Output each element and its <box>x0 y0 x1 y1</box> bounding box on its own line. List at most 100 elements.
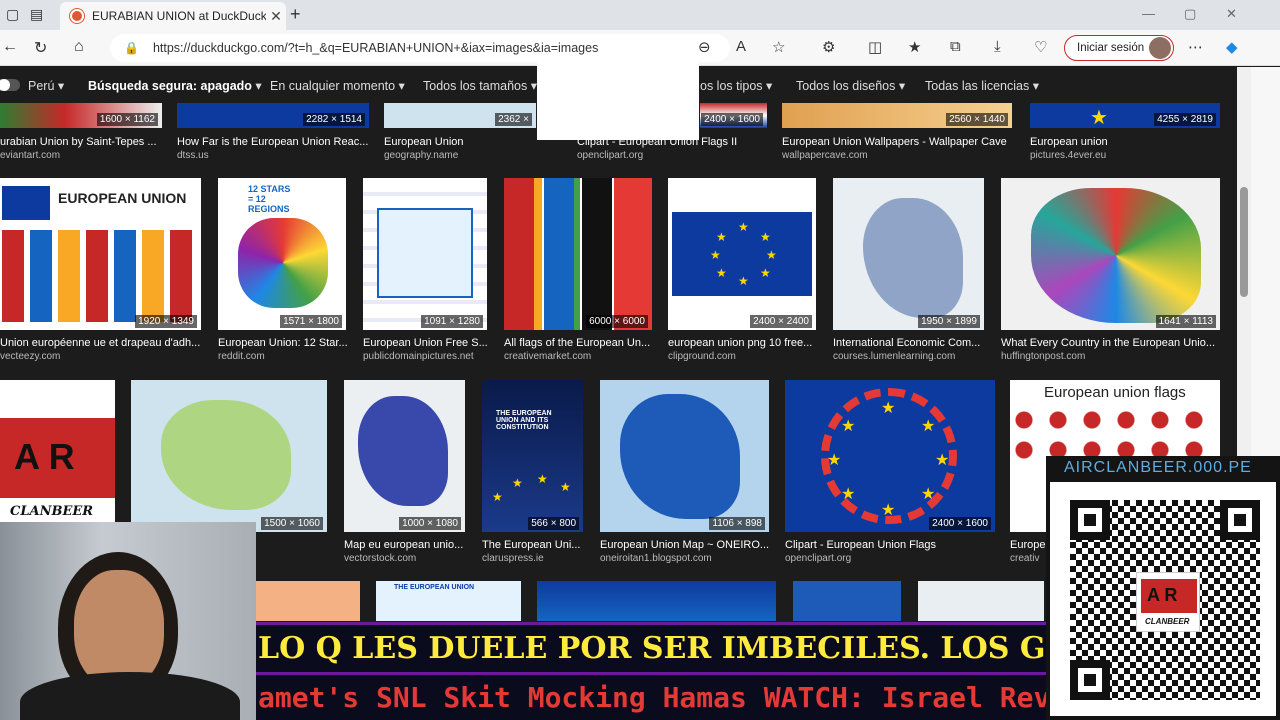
dropdown-popup[interactable] <box>537 58 699 140</box>
image-title: European Union <box>384 136 464 148</box>
refresh-icon[interactable]: ↻ <box>34 38 47 58</box>
qr-site-label: AIRCLANBEER.000.PE <box>1064 459 1252 476</box>
image-dimensions: 1600 × 1162 <box>96 113 158 126</box>
image-title: How Far is the European Union Reac... <box>177 136 369 148</box>
image-result[interactable] <box>918 581 1044 621</box>
news-ticker-top: LO Q LES DUELE POR SER IMBECILES. LOS GL… <box>256 622 1046 672</box>
image-source: geography.name <box>384 150 459 161</box>
image-title: European Union: 12 Star... <box>218 337 348 349</box>
filter-safe-search[interactable]: Búsqueda segura: apagado ▾ <box>88 78 262 93</box>
workspaces-icon[interactable]: ▢ <box>6 6 19 23</box>
filter-size[interactable]: Todos los tamaños ▾ <box>423 78 537 93</box>
image-source: wallpapercave.com <box>782 150 868 161</box>
image-source: claruspress.ie <box>482 553 544 564</box>
qr-code: A R CLANBEER <box>1050 482 1276 716</box>
tab-active[interactable]: EURABIAN UNION at DuckDuckGo ✕ <box>60 2 286 30</box>
image-thumbnail: ★ ★ ★ ★ ★ ★ ★ ★ 2400 × 2400 <box>668 178 816 330</box>
image-title: european union png 10 free... <box>668 337 813 349</box>
qr-finder-icon <box>1070 660 1110 700</box>
image-thumbnail: 1600 × 1162 <box>0 103 162 128</box>
new-tab-icon[interactable]: + <box>290 4 301 25</box>
image-source: creativ <box>1010 553 1040 564</box>
downloads-icon[interactable]: ⤓ <box>994 38 1001 55</box>
image-dimensions: 2400 × 1600 <box>929 517 991 530</box>
avatar <box>1149 37 1171 59</box>
image-thumbnail: 6000 × 6000 <box>504 178 652 330</box>
image-dimensions: 4255 × 2819 <box>1154 113 1216 126</box>
image-title: Europe <box>1010 539 1046 551</box>
image-source: vectorstock.com <box>344 553 417 564</box>
minimize-icon[interactable]: — <box>1142 6 1155 21</box>
filter-region[interactable]: Perú ▾ <box>28 78 64 93</box>
image-source: oneiroitan1.blogspot.com <box>600 553 712 564</box>
split-screen-icon[interactable]: ◫ <box>868 38 882 56</box>
image-source: courses.lumenlearning.com <box>833 351 956 362</box>
favorite-star-icon[interactable]: ☆ <box>772 38 785 56</box>
image-title: All flags of the European Un... <box>504 337 651 349</box>
image-dimensions: 1106 × 898 <box>709 517 765 530</box>
filter-license[interactable]: Todas las licencias ▾ <box>925 78 1039 93</box>
image-thumbnail: A R CLANBEER <box>0 380 115 523</box>
image-source: publicdomainpictures.net <box>363 351 474 362</box>
image-thumbnail: THE EUROPEAN UNION AND ITS CONSTITUTION … <box>482 380 583 532</box>
image-dimensions: 2560 × 1440 <box>946 113 1008 126</box>
tab-strip: ▢ ▤ EURABIAN UNION at DuckDuckGo ✕ + — ▢… <box>0 0 1280 30</box>
lock-icon[interactable]: 🔒 <box>124 41 139 55</box>
filter-time[interactable]: En cualquier momento ▾ <box>270 78 405 93</box>
image-thumbnail: 2400 × 1600 <box>700 103 767 128</box>
image-thumbnail: EUROPEAN UNION 1920 × 1349 <box>0 178 201 330</box>
filter-type[interactable]: os los tipos ▾ <box>700 78 772 93</box>
image-source: eviantart.com <box>0 150 61 161</box>
image-title: The European Uni... <box>482 539 581 551</box>
image-result[interactable]: THE EUROPEAN UNION <box>376 581 521 621</box>
favorites-icon[interactable]: ★ <box>908 38 921 56</box>
image-dimensions: 1571 × 1800 <box>280 315 342 328</box>
image-source: clipground.com <box>668 351 736 362</box>
home-icon[interactable]: ⌂ <box>74 38 84 56</box>
qr-finder-icon <box>1070 500 1110 540</box>
maximize-icon[interactable]: ▢ <box>1184 6 1196 22</box>
back-icon[interactable]: ← <box>2 38 18 56</box>
image-title: European Union Map ~ ONEIRO... <box>600 539 770 551</box>
image-source: reddit.com <box>218 351 265 362</box>
image-source: creativemarket.com <box>504 351 592 362</box>
close-tab-icon[interactable]: ✕ <box>266 8 286 25</box>
duckduckgo-favicon-icon <box>70 9 84 23</box>
image-result[interactable] <box>793 581 901 621</box>
image-thumbnail: 1950 × 1899 <box>833 178 984 330</box>
close-window-icon[interactable]: ✕ <box>1226 6 1237 22</box>
qr-overlay: AIRCLANBEER.000.PE A R CLANBEER <box>1046 456 1280 720</box>
browser-essentials-icon[interactable]: ♡ <box>1034 38 1047 56</box>
image-thumbnail: 1500 × 1060 <box>131 380 327 532</box>
webcam-face <box>74 570 164 688</box>
image-result[interactable] <box>256 581 360 621</box>
tab-actions-icon[interactable]: ▤ <box>30 6 43 23</box>
image-dimensions: 2400 × 2400 <box>750 315 812 328</box>
news-ticker-bottom: amet's SNL Skit Mocking Hamas WATCH: Isr… <box>256 672 1046 720</box>
scrollbar-thumb[interactable] <box>1240 187 1248 297</box>
image-dimensions: 6000 × 6000 <box>586 315 648 328</box>
eu-flag-icon <box>2 186 50 220</box>
webcam-overlay <box>0 522 256 720</box>
tab-title: EURABIAN UNION at DuckDuckGo <box>92 9 266 23</box>
read-aloud-icon[interactable]: A <box>736 38 746 55</box>
image-title: European union <box>1030 136 1108 148</box>
image-thumbnail: 1106 × 898 <box>600 380 769 532</box>
extensions-icon[interactable]: ⚙ <box>822 38 835 56</box>
more-options-icon[interactable]: ⋯ <box>1188 38 1203 56</box>
image-source: vecteezy.com <box>0 351 61 362</box>
image-thumbnail: 2560 × 1440 <box>782 103 1012 128</box>
image-title: Union européenne ue et drapeau d'adh... <box>0 337 201 349</box>
image-result[interactable] <box>537 581 776 621</box>
image-thumbnail: ★ 4255 × 2819 <box>1030 103 1220 128</box>
image-thumbnail: 1091 × 1280 <box>363 178 487 330</box>
image-title: European Union Free S... <box>363 337 487 349</box>
zoom-icon[interactable]: ⊖ <box>698 38 711 56</box>
sign-in-button[interactable]: Iniciar sesión <box>1064 35 1174 61</box>
filter-layout[interactable]: Todos los diseños ▾ <box>796 78 905 93</box>
image-dimensions: 2282 × 1514 <box>303 113 365 126</box>
collections-icon[interactable]: ⧉ <box>950 38 961 55</box>
region-toggle[interactable] <box>0 79 20 91</box>
copilot-icon[interactable]: ◆ <box>1226 38 1238 56</box>
image-thumbnail: 2362 × <box>384 103 536 128</box>
